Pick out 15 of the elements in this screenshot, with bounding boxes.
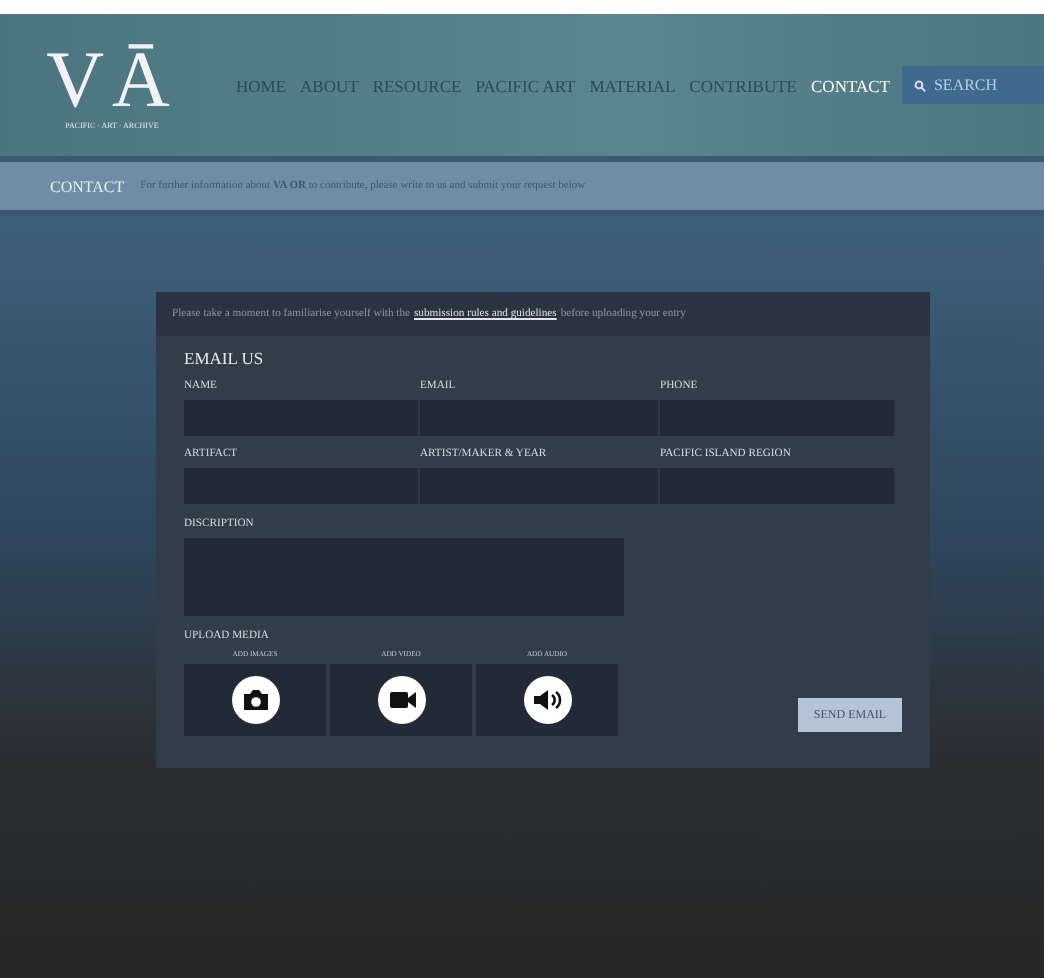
nav-link[interactable]: CONTACT — [811, 75, 890, 95]
logo-mark: VĀ — [46, 40, 178, 120]
upload-button[interactable] — [330, 664, 472, 736]
search-field[interactable]: SEARCH — [901, 66, 1044, 104]
video-camera-icon — [377, 676, 425, 724]
nav-link[interactable]: RESOURCE — [372, 75, 462, 95]
upload-button[interactable] — [184, 664, 326, 736]
page-title: CONTACT — [50, 177, 125, 195]
nav-link[interactable]: PACIFIC ART — [475, 75, 576, 95]
upload-button[interactable] — [476, 664, 618, 736]
form-title: EMAIL US — [184, 348, 266, 368]
speaker-icon — [523, 676, 571, 724]
nav-link[interactable]: CONTRIBUTE — [689, 75, 798, 95]
nav-link[interactable]: MATERIAL — [589, 75, 676, 95]
camera-icon — [231, 676, 279, 724]
